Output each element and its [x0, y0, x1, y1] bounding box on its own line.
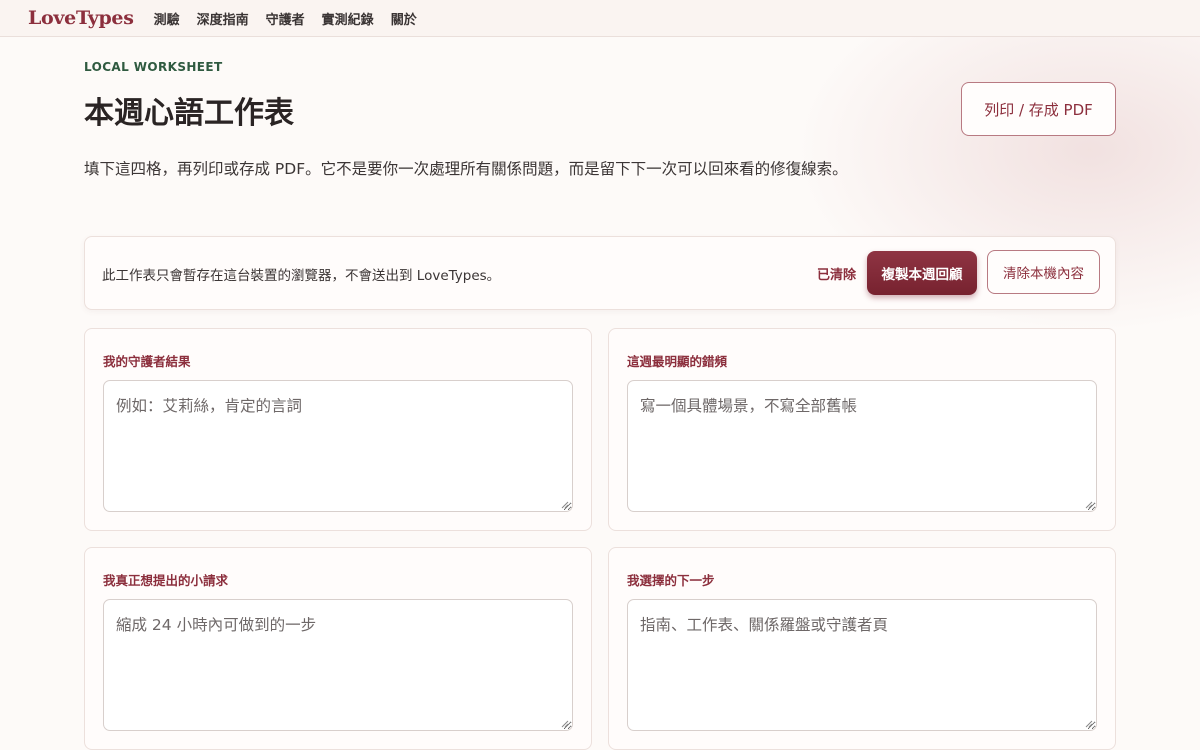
copy-review-button[interactable]: 複製本週回顧	[867, 251, 977, 295]
nav-link-guide[interactable]: 深度指南	[197, 9, 249, 28]
next-step-field[interactable]	[627, 599, 1097, 731]
eyebrow-label: LOCAL WORKSHEET	[84, 60, 223, 74]
clear-local-button[interactable]: 清除本機內容	[987, 250, 1100, 294]
worksheet-card-next-step: 我選擇的下一步	[608, 547, 1116, 750]
guardian-result-field[interactable]	[103, 380, 573, 512]
card-label: 我選擇的下一步	[627, 573, 715, 588]
worksheet-card-mismatch: 這週最明顯的錯頻	[608, 328, 1116, 531]
local-storage-notice: 此工作表只會暫存在這台裝置的瀏覽器，不會送出到 LoveTypes。 已清除 複…	[84, 236, 1116, 310]
mismatch-field[interactable]	[627, 380, 1097, 512]
card-label: 這週最明顯的錯頻	[627, 354, 728, 369]
top-nav: LoveTypes 測驗 深度指南 守護者 實測紀錄 關於	[0, 0, 1200, 37]
intro-text: 填下這四格，再列印或存成 PDF。它不是要你一次處理所有關係問題，而是留下下一次…	[84, 160, 848, 178]
nav-link-records[interactable]: 實測紀錄	[322, 9, 374, 28]
worksheet-card-request: 我真正想提出的小請求	[84, 547, 592, 750]
status-badge: 已清除	[817, 268, 857, 283]
worksheet-card-guardian: 我的守護者結果	[84, 328, 592, 531]
card-label: 我的守護者結果	[103, 354, 191, 369]
page-title: 本週心語工作表	[84, 96, 294, 131]
print-pdf-button[interactable]: 列印 / 存成 PDF	[961, 82, 1116, 136]
nav-link-about[interactable]: 關於	[391, 9, 417, 28]
brand-logo[interactable]: LoveTypes	[28, 7, 134, 29]
card-label: 我真正想提出的小請求	[103, 573, 229, 588]
nav-link-quiz[interactable]: 測驗	[154, 9, 180, 28]
small-request-field[interactable]	[103, 599, 573, 731]
notice-text: 此工作表只會暫存在這台裝置的瀏覽器，不會送出到 LoveTypes。	[102, 268, 501, 284]
nav-link-guardians[interactable]: 守護者	[266, 9, 305, 28]
